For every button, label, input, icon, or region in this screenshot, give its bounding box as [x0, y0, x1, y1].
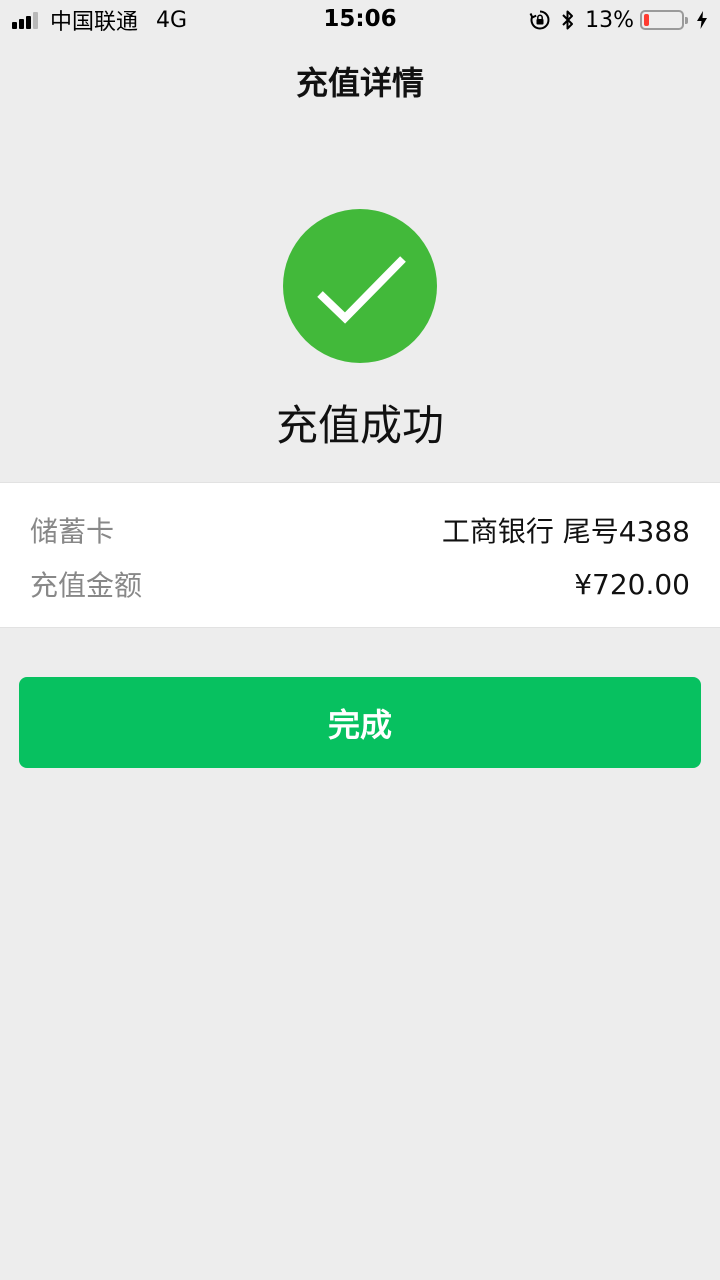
detail-label: 充值金额: [30, 569, 143, 602]
detail-row-card: 储蓄卡 工商银行 尾号4388: [30, 510, 690, 550]
done-button[interactable]: 完成: [19, 677, 701, 768]
status-bar: 中国联通 4G 15:06 13%: [0, 0, 720, 40]
battery-level: [644, 14, 649, 26]
detail-value: 工商银行 尾号4388: [441, 515, 690, 548]
battery-icon: [640, 10, 688, 30]
screen: 中国联通 4G 15:06 13% 充值详情 充值成功 储蓄卡 工商银行 尾号4…: [0, 0, 720, 1280]
page-title: 充值详情: [295, 64, 424, 102]
charging-icon: [696, 10, 708, 30]
checkmark-icon: [317, 256, 406, 324]
detail-label: 储蓄卡: [30, 515, 115, 548]
bluetooth-icon: [561, 9, 575, 31]
details-card: 储蓄卡 工商银行 尾号4388 充值金额 ¥720.00: [0, 482, 720, 628]
success-badge: [283, 209, 437, 363]
battery-percent: 13%: [585, 7, 634, 33]
status-right: 13%: [519, 6, 708, 34]
success-title: 充值成功: [275, 401, 444, 450]
detail-row-amount: 充值金额 ¥720.00: [30, 564, 690, 604]
rotation-lock-icon: [529, 9, 551, 31]
detail-value: ¥720.00: [574, 567, 690, 601]
